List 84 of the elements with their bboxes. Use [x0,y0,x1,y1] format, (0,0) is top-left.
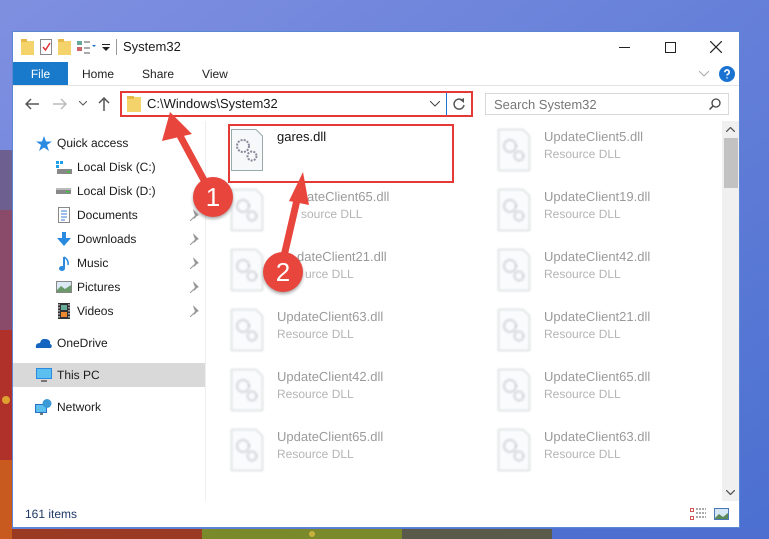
address-bar[interactable]: C:\Windows\System32 [120,90,473,116]
dll-file-icon [498,429,530,471]
monitor-icon [36,368,52,382]
search-field[interactable]: Search System32 [485,93,729,115]
dll-file-icon [231,189,263,231]
view-icon[interactable] [77,40,96,54]
item-count: 161 items [25,506,78,523]
nav-item[interactable]: OneDrive [57,334,108,352]
dll-file-icon [231,129,263,171]
dll-file-icon [498,249,530,291]
file-type: Resource DLL [544,206,621,223]
file-name: UpdateClient65.dll [277,429,384,445]
ribbon-tab[interactable]: View [188,62,242,85]
file-name: UpdateClient21.dll [544,309,650,325]
file-name: UpdateClient63.dll [544,429,650,445]
file-name: UpdateClient42.dll [277,369,384,385]
nav-item[interactable]: Pictures [77,278,120,296]
nav-item[interactable]: Quick access [57,134,128,152]
dll-file-icon [231,369,263,411]
file-tab[interactable]: File [13,62,68,85]
nav-item[interactable]: Local Disk (D:) [77,182,156,200]
scroll-up-icon[interactable] [726,127,735,132]
dll-file-icon [231,309,263,351]
chevron-down-icon[interactable] [79,101,87,106]
ribbon-tab[interactable]: Home [68,62,128,85]
file-type: urce DLL [305,266,354,283]
details-view-icon[interactable] [690,508,706,520]
up-icon[interactable] [98,96,110,110]
nav-item[interactable]: Downloads [77,230,136,248]
file-name: ateClient65.dll [307,189,390,205]
back-icon[interactable] [25,98,39,110]
nav-item[interactable]: Local Disk (C:) [77,158,156,176]
chevron-down-icon[interactable] [430,100,440,106]
music-note-icon [58,256,68,270]
nav-item[interactable]: Network [57,398,102,416]
cloud-icon [35,338,52,348]
properties-icon[interactable] [40,39,52,55]
window-title: System32 [123,38,181,56]
file-type: Resource DLL [544,386,621,403]
refresh-icon[interactable] [452,96,466,110]
file-type: Resource DLL [544,446,621,463]
search-icon [709,98,721,110]
dll-file-icon [231,249,263,291]
nav-item[interactable]: Videos [77,302,114,320]
dll-file-icon [498,129,530,171]
file-name: UpdateClient42.dll [544,249,650,265]
minimize-icon [618,46,630,48]
scroll-down-icon[interactable] [726,490,735,495]
nav-item[interactable]: Music [77,254,108,272]
picture-icon [56,281,72,293]
network-icon [35,399,52,415]
film-icon [58,303,70,319]
download-arrow-icon [56,232,70,246]
file-name: UpdateClient63.dll [277,309,384,325]
dll-file-icon [498,309,530,351]
file-type: Resource DLL [544,146,621,163]
scrollbar-thumb[interactable] [724,138,738,188]
dll-file-icon [498,189,530,231]
dll-file-icon [498,369,530,411]
file-type: Resource DLL [544,266,621,283]
file-type: Resource DLL [277,446,354,463]
help-icon[interactable] [719,66,735,82]
file-name: UpdateClient65.dll [544,369,650,385]
file-name: UpdateClient19.dll [544,189,650,205]
file-name: dateClient21.dll [297,249,387,265]
file-type: Resource DLL [544,326,621,343]
file-name: gares.dll [277,129,326,145]
file-type: Resource DLL [277,326,354,343]
close-icon [710,41,722,53]
file-name: UpdateClient5.dll [544,129,644,145]
document-icon [58,207,70,223]
star-icon [36,136,52,150]
customize-icon[interactable] [102,44,110,50]
large-icons-view-icon[interactable] [714,508,729,520]
file-type: source DLL [301,206,362,223]
maximize-icon [664,42,676,52]
dll-file-icon [231,429,263,471]
ribbon-tab[interactable]: Share [128,62,188,85]
file-type: Resource DLL [277,386,354,403]
drive-icon [56,160,72,174]
drive-icon [56,188,71,194]
nav-item[interactable]: This PC [13,363,205,387]
folder-icon [127,96,141,112]
nav-item[interactable]: Documents [77,206,138,224]
